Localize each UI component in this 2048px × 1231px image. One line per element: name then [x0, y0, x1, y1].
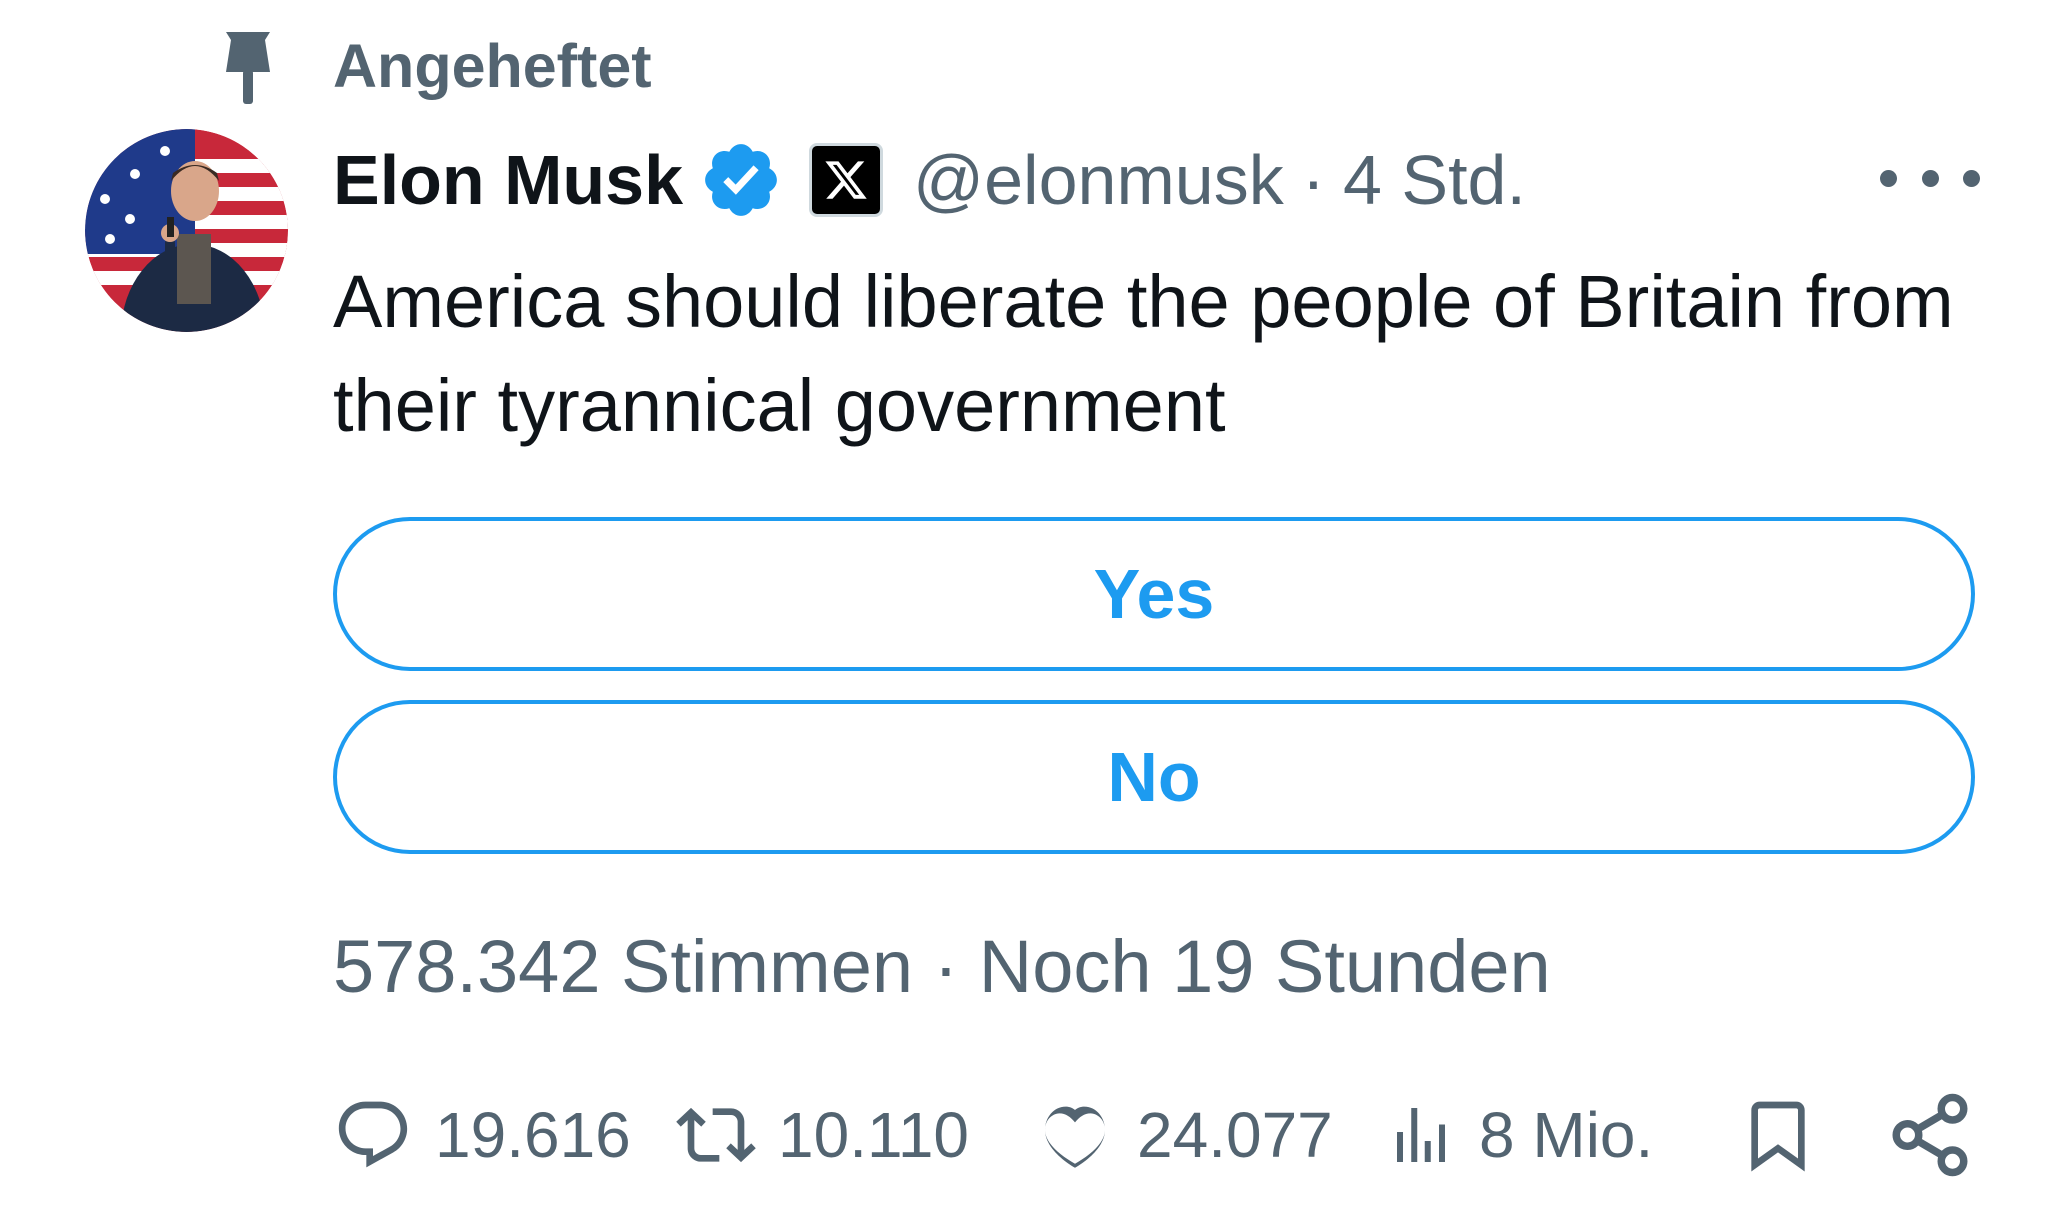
poll-vote-count: 578.342 Stimmen — [333, 925, 914, 1008]
poll-option-yes[interactable]: Yes — [333, 517, 1975, 671]
more-dot-icon — [1880, 169, 1897, 187]
views-button[interactable]: 8 Mio. — [1385, 1090, 1653, 1180]
retweet-count: 10.110 — [778, 1099, 969, 1171]
more-dot-icon — [1963, 169, 1980, 187]
bookmark-button[interactable] — [1738, 1090, 1818, 1180]
retweet-icon — [676, 1107, 756, 1163]
x-logo-icon[interactable] — [809, 143, 884, 217]
poll-meta-separator: · — [933, 925, 959, 1008]
avatar[interactable] — [85, 129, 288, 332]
more-options-button[interactable] — [1880, 148, 1980, 208]
reply-button[interactable]: 19.616 — [333, 1090, 631, 1180]
reply-icon — [338, 1101, 408, 1168]
like-count: 24.077 — [1137, 1099, 1333, 1171]
author-name[interactable]: Elon Musk — [333, 135, 683, 225]
heart-icon — [1045, 1106, 1105, 1168]
views-chart-icon — [1397, 1108, 1445, 1162]
verified-badge-icon[interactable] — [699, 138, 783, 222]
poll-meta: 578.342 Stimmen · Noch 19 Stunden — [333, 922, 1551, 1012]
pin-icon — [218, 30, 278, 106]
tweet-timestamp[interactable]: 4 Std. — [1343, 135, 1526, 225]
author-handle[interactable]: @elonmusk — [913, 135, 1284, 225]
tweet-header: Elon Musk @elonmusk · 4 Std. — [333, 135, 1526, 225]
more-dot-icon — [1921, 169, 1939, 187]
poll-option-no[interactable]: No — [333, 700, 1975, 854]
share-icon — [1892, 1093, 1968, 1177]
share-button[interactable] — [1885, 1090, 1975, 1180]
like-button[interactable]: 24.077 — [1035, 1090, 1333, 1180]
tweet-text: America should liberate the people of Br… — [333, 260, 1954, 447]
views-count: 8 Mio. — [1479, 1099, 1654, 1171]
poll-time-remaining: Noch 19 Stunden — [978, 925, 1551, 1008]
pinned-label: Angeheftet — [333, 32, 652, 100]
bookmark-icon — [1751, 1101, 1805, 1172]
retweet-button[interactable]: 10.110 — [676, 1090, 969, 1180]
reply-count: 19.616 — [435, 1099, 631, 1171]
header-separator: · — [1301, 141, 1326, 219]
